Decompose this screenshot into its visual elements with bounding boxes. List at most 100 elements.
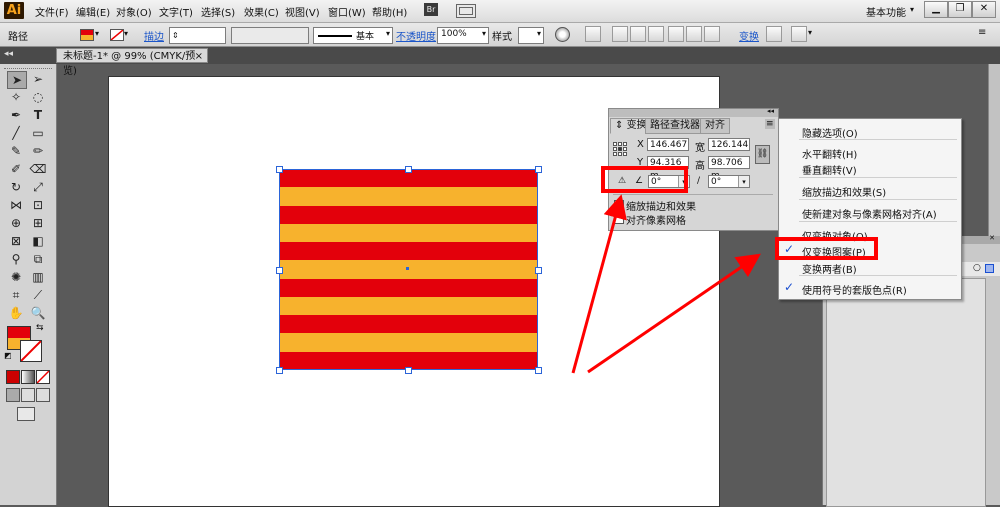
collapse-icon[interactable]: ◂◂ (4, 49, 13, 59)
align-selection-icon[interactable] (585, 26, 601, 42)
width-tool-icon[interactable]: ⋈ (7, 197, 25, 213)
paintbrush-tool-icon[interactable]: ✎ (7, 143, 25, 159)
rotate-tool-icon[interactable]: ↻ (7, 179, 25, 195)
chevron-down-icon[interactable]: ▾ (910, 5, 914, 14)
lasso-tool-icon[interactable]: ◌ (29, 89, 47, 105)
x-field[interactable]: 146.467 (647, 138, 689, 151)
panel-collapse-icon[interactable]: ◂◂ (767, 107, 774, 115)
resize-handle-e[interactable] (535, 267, 542, 274)
menu-select[interactable]: 选择(S) (201, 4, 235, 19)
panel-menu-icon[interactable]: ≡ (765, 119, 775, 129)
flyout-menu-item[interactable]: 水平翻转(H) (779, 145, 961, 161)
fill-swatch[interactable] (80, 29, 94, 41)
opacity-label[interactable]: 不透明度 (396, 28, 436, 43)
style-dropdown[interactable]: ▾ (518, 27, 544, 44)
swap-colors-icon[interactable]: ⇆ (36, 323, 44, 333)
direct-selection-tool-icon[interactable]: ➢ (29, 71, 47, 87)
stroke-swatch[interactable] (110, 29, 124, 41)
brush-definition-dropdown[interactable]: 基本 ▾ (313, 27, 393, 44)
resize-handle-se[interactable] (535, 367, 542, 374)
variable-width-dropdown[interactable] (231, 27, 309, 44)
arrange-documents-icon[interactable] (456, 4, 476, 18)
align-center-icon[interactable] (630, 26, 646, 42)
zoom-tool-icon[interactable]: 🔍 (29, 305, 47, 321)
mesh-tool-icon[interactable]: ⊠ (7, 233, 25, 249)
menu-file[interactable]: 文件(F) (35, 4, 69, 19)
menu-window[interactable]: 窗口(W) (328, 4, 366, 19)
stroke-weight-field[interactable]: ⇕ (169, 27, 226, 44)
line-tool-icon[interactable]: ╱ (7, 125, 25, 141)
stroke-label[interactable]: 描边 (144, 28, 164, 43)
transform-link[interactable]: 变换 (739, 28, 759, 43)
stroke-dropdown-icon[interactable]: ▾ (124, 29, 128, 38)
close-window-button[interactable]: ✕ (972, 1, 996, 18)
align-top-icon[interactable] (668, 26, 684, 42)
menu-view[interactable]: 视图(V) (285, 4, 320, 19)
resize-handle-w[interactable] (276, 267, 283, 274)
screen-mode-icon[interactable] (17, 407, 35, 421)
side-panel-close-icon[interactable]: ✕ (989, 234, 995, 242)
perspective-grid-tool-icon[interactable]: ⊞ (29, 215, 47, 231)
scale-tool-icon[interactable]: ⤢ (29, 179, 47, 195)
resize-handle-s[interactable] (405, 367, 412, 374)
rectangle-tool-icon[interactable]: ▭ (29, 125, 47, 141)
minimize-button[interactable]: ▁ (924, 1, 948, 18)
menu-edit[interactable]: 编辑(E) (76, 4, 110, 19)
constrain-proportions-icon[interactable]: ⛓ (755, 145, 770, 164)
options-icon[interactable] (791, 26, 807, 42)
flyout-menu-item[interactable]: ✓ 使用符号的套版色点(R) (779, 280, 961, 297)
align-bottom-icon[interactable] (704, 26, 720, 42)
restore-button[interactable]: ❐ (948, 1, 972, 18)
panel-title-bar[interactable]: ◂◂ (609, 107, 778, 117)
color-mode-icon[interactable] (6, 370, 20, 384)
target-circle-icon[interactable]: ○ (973, 263, 981, 273)
menu-help[interactable]: 帮助(H) (372, 4, 407, 19)
draw-normal-icon[interactable] (6, 388, 20, 402)
bridge-button[interactable]: Br (424, 3, 438, 16)
blend-tool-icon[interactable]: ⧉ (29, 251, 47, 267)
recolor-icon[interactable] (555, 27, 570, 42)
selection-tool-icon[interactable]: ➤ (7, 71, 27, 89)
hand-tool-icon[interactable]: ✋ (7, 305, 25, 321)
magic-wand-tool-icon[interactable]: ✧ (7, 89, 25, 105)
draw-behind-icon[interactable] (21, 388, 35, 402)
none-mode-icon[interactable] (36, 370, 50, 384)
align-right-icon[interactable] (648, 26, 664, 42)
draw-inside-icon[interactable] (36, 388, 50, 402)
align-left-icon[interactable] (612, 26, 628, 42)
selection-square-icon[interactable] (985, 264, 994, 273)
document-tab[interactable]: 未标题-1* @ 99% (CMYK/预览) × (56, 48, 208, 77)
menu-type[interactable]: 文字(T) (159, 4, 193, 19)
flyout-menu-item[interactable]: 垂直翻转(V) (779, 161, 961, 177)
pen-tool-icon[interactable]: ✒ (7, 107, 25, 123)
type-tool-icon[interactable]: T (29, 107, 47, 123)
symbol-sprayer-tool-icon[interactable]: ✺ (7, 269, 25, 285)
fill-dropdown-icon[interactable]: ▾ (95, 29, 99, 38)
flyout-menu-item[interactable]: 变换两者(B) (779, 260, 961, 276)
blob-brush-tool-icon[interactable]: ✐ (7, 161, 25, 177)
workspace-switcher[interactable]: 基本功能 (866, 4, 906, 19)
column-graph-tool-icon[interactable]: ▥ (29, 269, 47, 285)
eraser-tool-icon[interactable]: ⌫ (29, 161, 47, 177)
resize-handle-n[interactable] (405, 166, 412, 173)
free-transform-tool-icon[interactable]: ⊡ (29, 197, 47, 213)
slice-tool-icon[interactable]: ⟋ (29, 287, 47, 303)
tab-pathfinder[interactable]: 路径查找器 (645, 118, 705, 134)
menu-object[interactable]: 对象(O) (116, 4, 152, 19)
shape-builder-tool-icon[interactable]: ⊕ (7, 215, 25, 231)
flyout-menu-item[interactable]: 使新建对象与像素网格对齐(A) (779, 205, 961, 221)
default-colors-icon[interactable]: ◩ (4, 351, 12, 360)
resize-handle-nw[interactable] (276, 166, 283, 173)
eyedropper-tool-icon[interactable]: ⚲ (7, 251, 25, 267)
resize-handle-ne[interactable] (535, 166, 542, 173)
options-dropdown-icon[interactable]: ▾ (808, 28, 812, 37)
menu-effect[interactable]: 效果(C) (244, 4, 279, 19)
width-field[interactable]: 126.144 (708, 138, 750, 151)
pencil-tool-icon[interactable]: ✏ (29, 143, 47, 159)
control-bar-menu-icon[interactable]: ≡ (978, 27, 986, 38)
height-field[interactable]: 98.706 m (708, 156, 750, 181)
gradient-mode-icon[interactable] (21, 370, 35, 384)
isolate-icon[interactable] (766, 26, 782, 42)
gradient-tool-icon[interactable]: ◧ (29, 233, 47, 249)
resize-handle-sw[interactable] (276, 367, 283, 374)
